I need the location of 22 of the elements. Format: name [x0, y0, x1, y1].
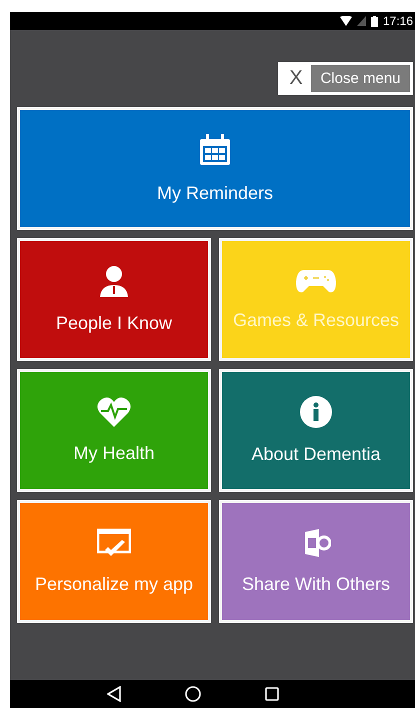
signal-icon — [356, 16, 366, 26]
gamepad-icon — [296, 268, 336, 294]
heart-icon — [97, 397, 131, 427]
back-icon[interactable] — [106, 686, 120, 702]
screen-check-icon — [97, 528, 131, 558]
menu-tile[interactable]: Share With Others — [219, 500, 413, 623]
recents-icon[interactable] — [264, 687, 278, 701]
menu-tile[interactable]: People I Know — [17, 238, 211, 361]
close-menu-button[interactable]: X Close menu — [278, 62, 413, 95]
menu-tile[interactable]: Personalize my app — [17, 500, 211, 623]
wifi-icon — [340, 16, 352, 26]
close-icon-text: X — [288, 66, 304, 91]
battery-icon — [370, 16, 378, 26]
info-icon — [300, 396, 332, 428]
person-icon — [99, 265, 129, 297]
home-icon[interactable] — [184, 686, 200, 702]
menu-tile[interactable]: About Dementia — [219, 369, 413, 492]
clock-time: 17:16 — [382, 14, 413, 28]
menu-tile[interactable]: My Reminders — [17, 107, 413, 230]
calendar-icon — [198, 133, 232, 167]
menu-tile[interactable]: My Health — [17, 369, 211, 492]
close-menu-label: Close menu — [311, 65, 410, 92]
